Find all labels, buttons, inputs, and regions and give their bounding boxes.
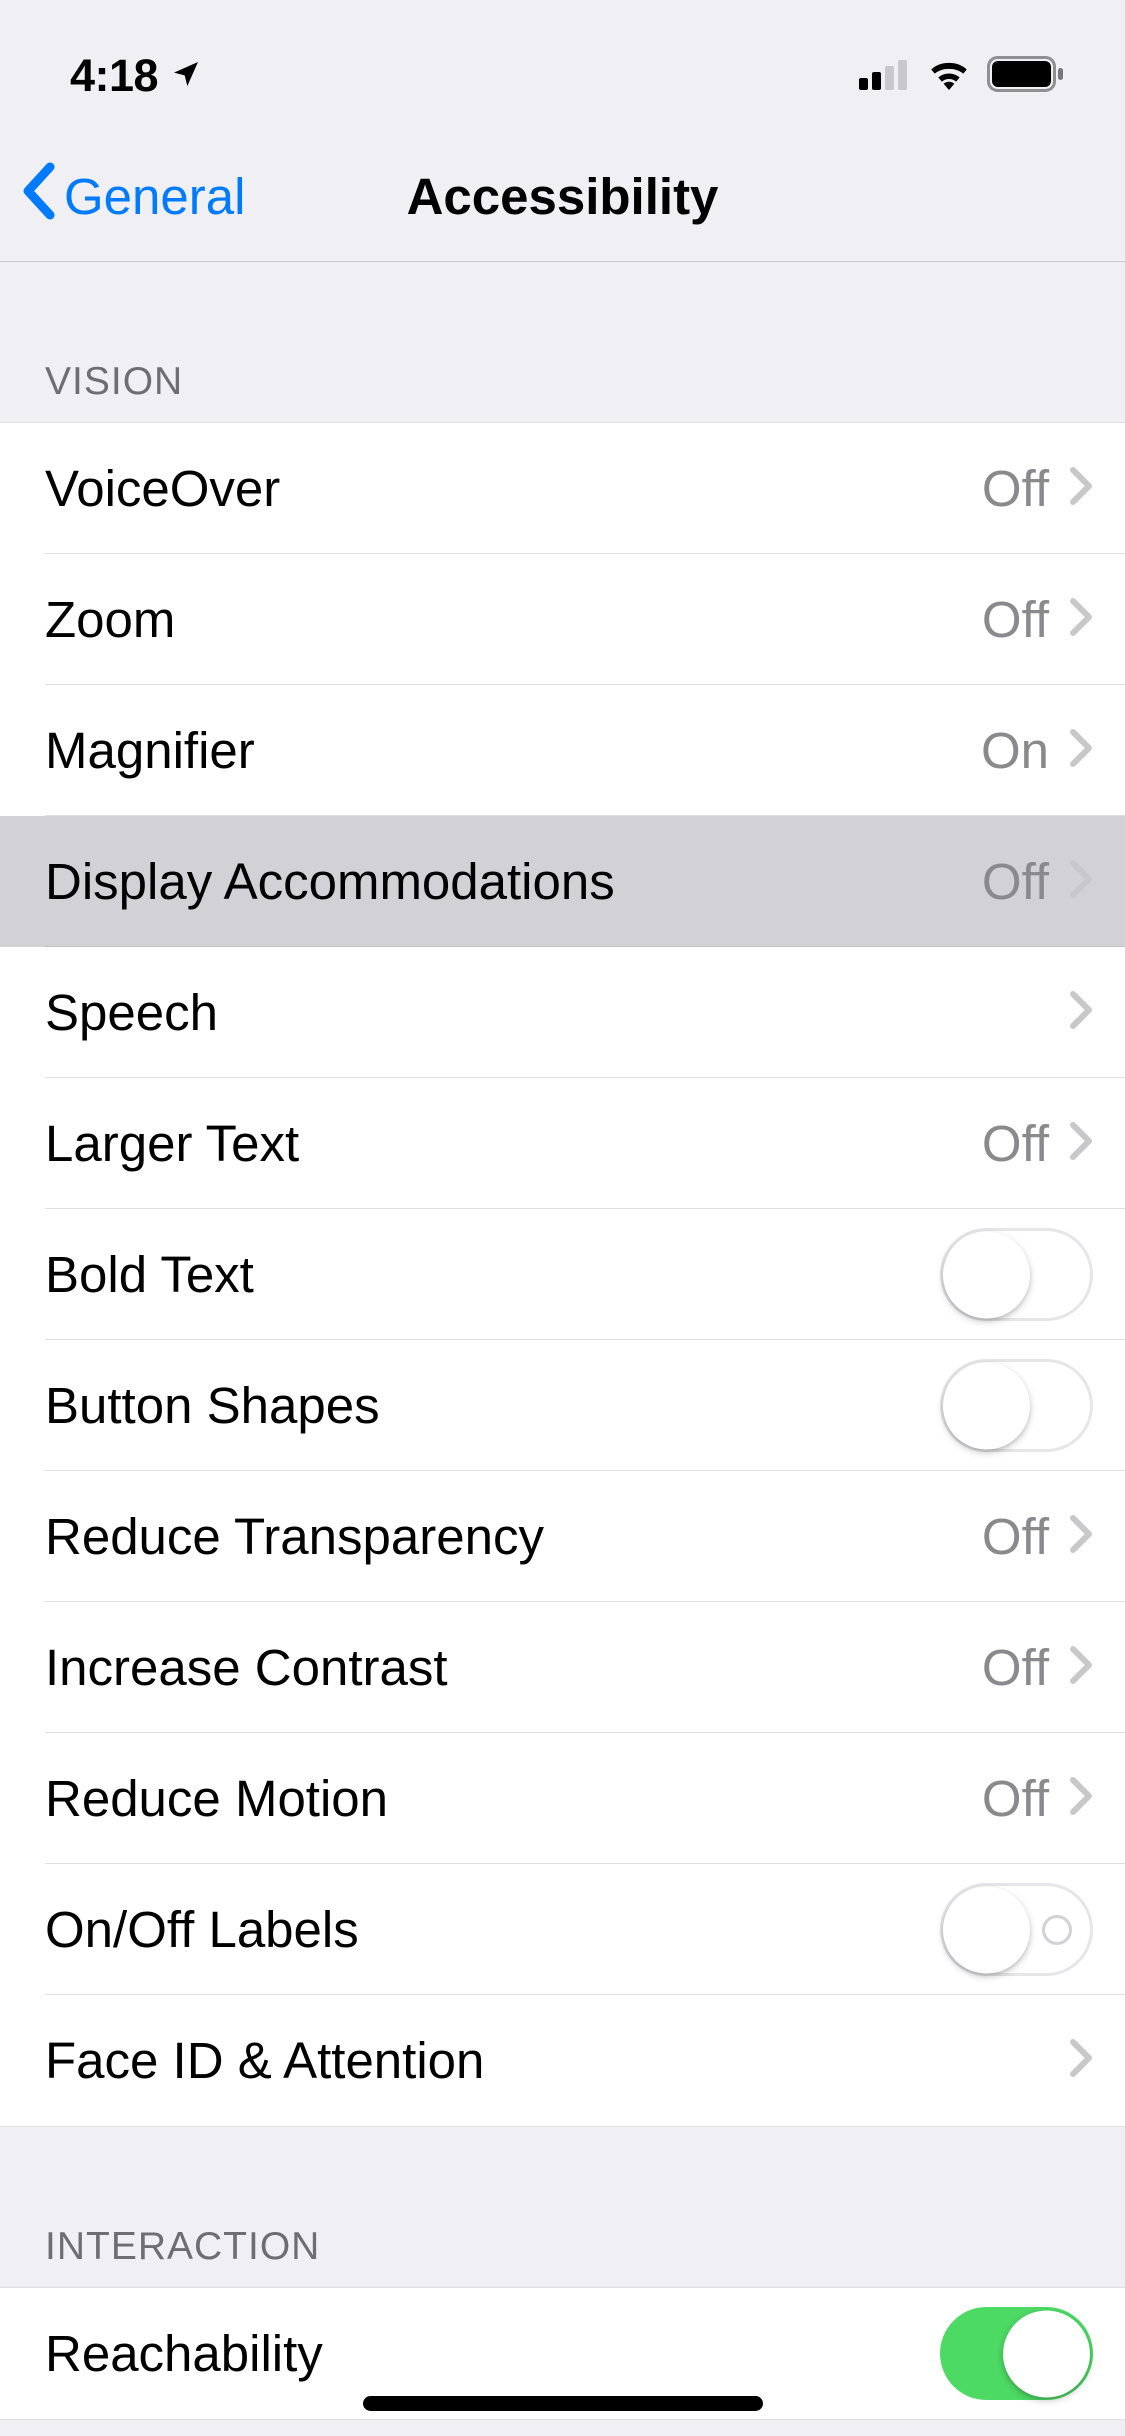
row-zoom[interactable]: ZoomOff [0, 554, 1125, 685]
chevron-right-icon [1069, 728, 1093, 773]
toggle-switch[interactable] [940, 2307, 1093, 2400]
row-on-off-labels[interactable]: On/Off Labels [0, 1864, 1125, 1995]
back-label: General [64, 167, 245, 226]
row-label: Display Accommodations [45, 852, 982, 911]
status-left: 4:18 [70, 50, 202, 102]
toggle-switch[interactable] [940, 1228, 1093, 1321]
row-reduce-transparency[interactable]: Reduce TransparencyOff [0, 1471, 1125, 1602]
row-face-id-attention[interactable]: Face ID & Attention [0, 1995, 1125, 2126]
row-magnifier[interactable]: MagnifierOn [0, 685, 1125, 816]
row-label: Reachability [45, 2324, 940, 2383]
row-reduce-motion[interactable]: Reduce MotionOff [0, 1733, 1125, 1864]
chevron-right-icon [1069, 597, 1093, 642]
chevron-right-icon [1069, 859, 1093, 904]
status-right [859, 56, 1065, 97]
status-bar: 4:18 [0, 0, 1125, 132]
row-label: Reduce Transparency [45, 1507, 982, 1566]
row-label: VoiceOver [45, 459, 982, 518]
battery-icon [987, 56, 1065, 97]
chevron-right-icon [1069, 990, 1093, 1035]
settings-list: VoiceOverOffZoomOffMagnifierOnDisplay Ac… [0, 422, 1125, 2127]
row-label: Reduce Motion [45, 1769, 982, 1828]
section-header: INTERACTION [0, 2127, 1125, 2287]
row-label: Speech [45, 983, 1069, 1042]
row-value: Off [982, 1507, 1049, 1566]
row-label: Larger Text [45, 1114, 982, 1173]
chevron-left-icon [20, 161, 56, 233]
nav-bar: General Accessibility [0, 132, 1125, 262]
row-value: Off [982, 852, 1049, 911]
row-value: Off [982, 1638, 1049, 1697]
settings-content: VISIONVoiceOverOffZoomOffMagnifierOnDisp… [0, 262, 1125, 2420]
toggle-switch[interactable] [940, 1883, 1093, 1976]
status-time: 4:18 [70, 50, 158, 102]
row-label: On/Off Labels [45, 1900, 940, 1959]
back-button[interactable]: General [0, 161, 245, 233]
toggle-switch[interactable] [940, 1359, 1093, 1452]
chevron-right-icon [1069, 1776, 1093, 1821]
row-label: Bold Text [45, 1245, 940, 1304]
section-header: VISION [0, 262, 1125, 422]
row-label: Face ID & Attention [45, 2031, 1069, 2090]
location-icon [170, 58, 202, 95]
page-title: Accessibility [407, 167, 719, 226]
chevron-right-icon [1069, 1121, 1093, 1166]
row-value: Off [982, 590, 1049, 649]
row-value: Off [982, 459, 1049, 518]
row-value: Off [982, 1114, 1049, 1173]
row-label: Button Shapes [45, 1376, 940, 1435]
row-larger-text[interactable]: Larger TextOff [0, 1078, 1125, 1209]
row-label: Increase Contrast [45, 1638, 982, 1697]
row-value: Off [982, 1769, 1049, 1828]
row-button-shapes[interactable]: Button Shapes [0, 1340, 1125, 1471]
row-speech[interactable]: Speech [0, 947, 1125, 1078]
wifi-icon [926, 58, 972, 95]
row-voiceover[interactable]: VoiceOverOff [0, 423, 1125, 554]
chevron-right-icon [1069, 1514, 1093, 1559]
row-label: Zoom [45, 590, 982, 649]
row-value: On [981, 721, 1049, 780]
cellular-icon [859, 58, 911, 95]
row-bold-text[interactable]: Bold Text [0, 1209, 1125, 1340]
row-label: Magnifier [45, 721, 981, 780]
row-display-accommodations[interactable]: Display AccommodationsOff [0, 816, 1125, 947]
chevron-right-icon [1069, 1645, 1093, 1690]
home-indicator[interactable] [363, 2396, 763, 2411]
row-increase-contrast[interactable]: Increase ContrastOff [0, 1602, 1125, 1733]
chevron-right-icon [1069, 466, 1093, 511]
chevron-right-icon [1069, 2038, 1093, 2083]
